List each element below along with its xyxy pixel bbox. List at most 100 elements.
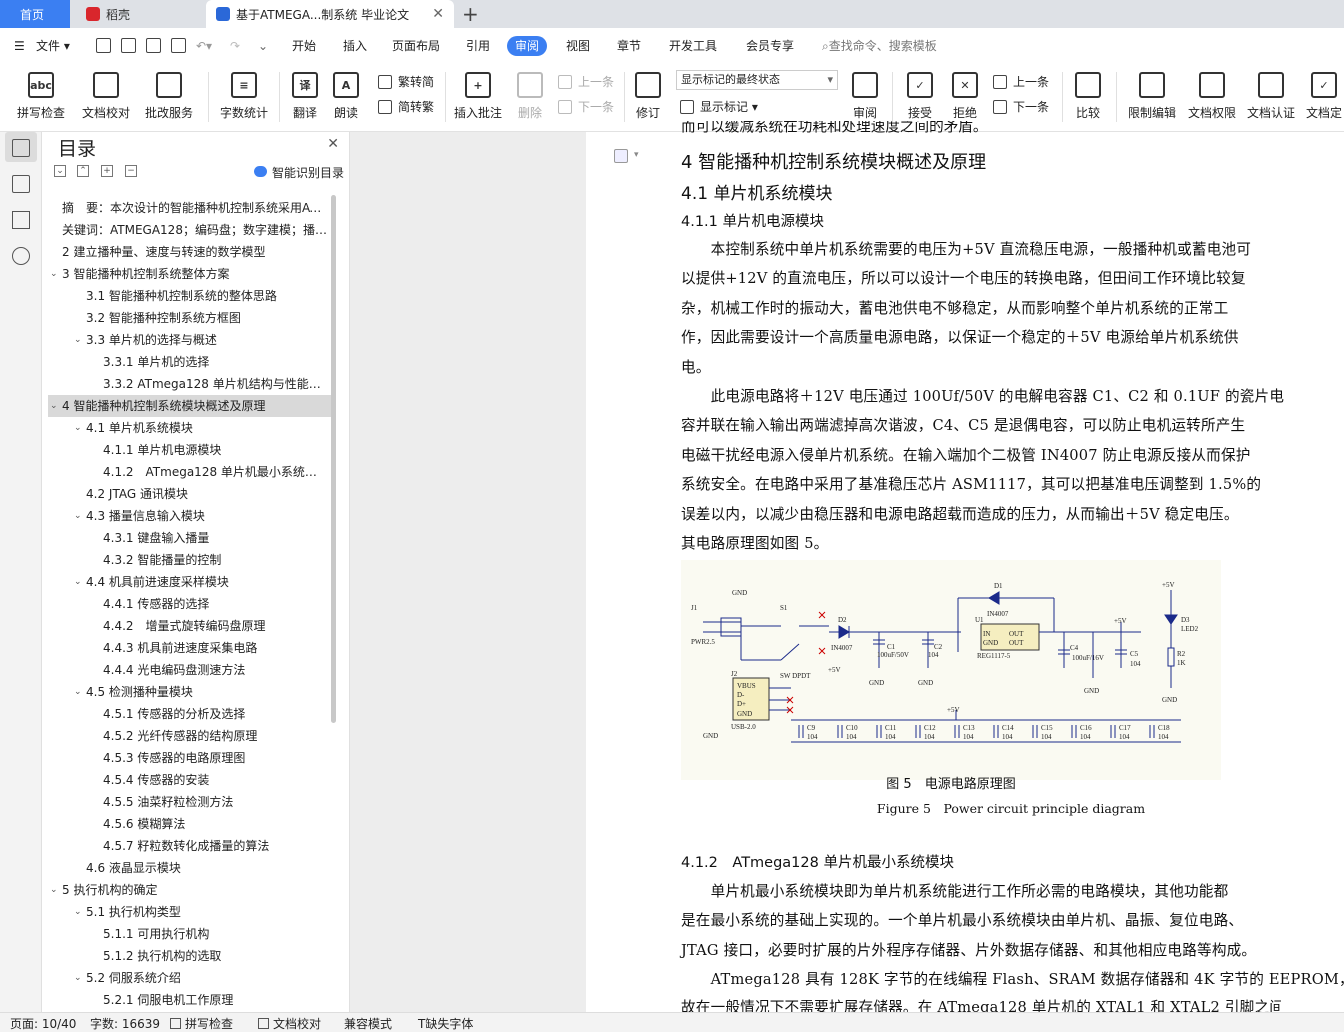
toc-item[interactable]: 4.1.1 单片机电源模块 xyxy=(48,439,332,461)
menu-chapter[interactable]: 章节 xyxy=(617,28,641,64)
tab-home[interactable]: 首页 xyxy=(0,0,70,28)
s2t-button[interactable]: 简转繁 xyxy=(378,97,434,117)
translate-button[interactable]: 译翻译 xyxy=(284,68,326,124)
hamburger-icon[interactable]: ☰ xyxy=(14,28,25,64)
track-changes-button[interactable]: 修订 xyxy=(628,68,668,124)
add-heading-icon[interactable]: + xyxy=(101,165,113,177)
close-icon[interactable]: ✕ xyxy=(327,136,339,152)
read-aloud-button[interactable]: A 朗读 xyxy=(328,68,364,124)
toc-item[interactable]: 3.2 智能播种控制系统方框图 xyxy=(48,307,332,329)
collapse-all-icon[interactable]: ⌄ xyxy=(54,165,66,177)
menu-references[interactable]: 引用 xyxy=(466,28,490,64)
close-tab-icon[interactable]: ✕ xyxy=(432,6,444,22)
smart-toc-button[interactable]: 智能识别目录 xyxy=(254,164,344,181)
toc-item[interactable]: 5.1.2 执行机构的选取 xyxy=(48,945,332,967)
compare-button[interactable]: 比较 xyxy=(1068,68,1108,124)
prev-change-button[interactable]: 上一条 xyxy=(993,72,1049,92)
toc-item[interactable]: 5.2.1 伺服电机工作原理 xyxy=(48,989,332,1011)
markup-mode-select[interactable]: 显示标记的最终状态 xyxy=(676,70,838,90)
show-markup-button[interactable]: 显示标记 ▾ xyxy=(680,97,758,117)
toc-item[interactable]: 4.6 液晶显示模块 xyxy=(48,857,332,879)
menu-view[interactable]: 视图 xyxy=(566,28,590,64)
search-icon[interactable] xyxy=(12,247,30,265)
new-tab-button[interactable]: + xyxy=(462,2,479,26)
doc-permission-button[interactable]: 文档权限 xyxy=(1184,68,1240,124)
menu-page-layout[interactable]: 页面布局 xyxy=(392,28,440,64)
toc-item[interactable]: 3.3.1 单片机的选择 xyxy=(48,351,332,373)
save-icon[interactable] xyxy=(96,38,111,53)
page-count[interactable]: 页面: 10/40 xyxy=(10,1015,76,1032)
chevron-down-icon[interactable]: ⌄ xyxy=(74,681,82,703)
toc-item[interactable]: 4.3.2 智能播量的控制 xyxy=(48,549,332,571)
toc-item[interactable]: ⌄ 5.1 执行机构类型 xyxy=(48,901,332,923)
toc-item[interactable]: ⌄ 5.2 伺服系统介绍 xyxy=(48,967,332,989)
toc-item[interactable]: 4.5.6 模糊算法 xyxy=(48,813,332,835)
accept-button[interactable]: ✓ 接受 xyxy=(900,68,940,124)
toc-item[interactable]: 4.2 JTAG 通讯模块 xyxy=(48,483,332,505)
toc-scrollbar[interactable] xyxy=(331,195,336,723)
word-count-button[interactable]: ≡ 字数统计 xyxy=(216,68,272,124)
status-spell-check[interactable]: 拼写检查 xyxy=(170,1015,233,1032)
menu-start[interactable]: 开始 xyxy=(292,28,316,64)
paragraph-marker-icon[interactable] xyxy=(614,149,628,163)
toc-item[interactable]: ⌄ 3.3 单片机的选择与概述 xyxy=(48,329,332,351)
toc-item[interactable]: 4.5.4 传感器的安装 xyxy=(48,769,332,791)
chevron-down-icon[interactable]: ⌄ xyxy=(74,901,82,923)
chevron-down-icon[interactable]: ⌄ xyxy=(50,879,58,901)
word-count[interactable]: 字数: 16639 xyxy=(90,1015,160,1032)
review-pane-button[interactable]: 审阅 xyxy=(845,68,885,124)
toc-item[interactable]: 4.5.5 油菜籽粒检测方法 xyxy=(48,791,332,813)
t2s-button[interactable]: 繁转简 xyxy=(378,72,434,92)
export-pdf-icon[interactable] xyxy=(121,38,136,53)
remove-heading-icon[interactable]: − xyxy=(125,165,137,177)
bookmark-icon[interactable] xyxy=(12,211,30,229)
doc-certify-button[interactable]: 文档认证 xyxy=(1243,68,1299,124)
delete-comment-button[interactable]: 删除 xyxy=(510,68,550,124)
menu-insert[interactable]: 插入 xyxy=(343,28,367,64)
chevron-down-icon[interactable]: ⌄ xyxy=(50,395,58,417)
doc-check-button[interactable]: 文档校对 xyxy=(78,68,134,124)
spell-check-button[interactable]: abc 拼写检查 xyxy=(10,68,72,124)
next-comment-button[interactable]: 下一条 xyxy=(558,97,614,117)
chevron-down-icon[interactable]: ⌄ xyxy=(74,571,82,593)
toc-item[interactable]: ⌄ 4.3 播量信息输入模块 xyxy=(48,505,332,527)
menu-developer[interactable]: 开发工具 xyxy=(669,28,717,64)
toc-item[interactable]: 4.1.2 ATmega128 单片机最小系统模块 xyxy=(48,461,332,483)
toc-item[interactable]: ⌄ 4.4 机具前进速度采样模块 xyxy=(48,571,332,593)
quick-access-more-icon[interactable]: ⌄ xyxy=(258,28,268,64)
toc-panel-icon[interactable] xyxy=(12,139,30,157)
toc-item[interactable]: 关键词：ATMEGA128；编码盘；数字建模；播种速度 xyxy=(48,219,332,241)
menu-file[interactable]: 文件 ▾ xyxy=(36,28,70,64)
doc-finalize-button[interactable]: ✓ 文档定 xyxy=(1304,68,1344,124)
toc-item[interactable]: 4.5.3 传感器的电路原理图 xyxy=(48,747,332,769)
toc-item[interactable]: 4.5.7 籽粒数转化成播量的算法 xyxy=(48,835,332,857)
chevron-down-icon[interactable]: ⌄ xyxy=(74,505,82,527)
toc-item[interactable]: 4.4.2 增量式旋转编码盘原理 xyxy=(48,615,332,637)
prev-comment-button[interactable]: 上一条 xyxy=(558,72,614,92)
status-missing-font[interactable]: T缺失字体 xyxy=(418,1015,473,1032)
toc-item[interactable]: 5.1.1 可用执行机构 xyxy=(48,923,332,945)
tab-document[interactable]: 基于ATMEGA...制系统 毕业论文 ✕ xyxy=(206,0,454,28)
status-doc-check[interactable]: 文档校对 xyxy=(258,1015,321,1032)
chevron-down-icon[interactable]: ⌄ xyxy=(74,967,82,989)
restrict-edit-button[interactable]: 限制编辑 xyxy=(1124,68,1180,124)
toc-item[interactable]: 4.4.3 机具前进速度采集电路 xyxy=(48,637,332,659)
chevron-down-icon[interactable]: ⌄ xyxy=(50,263,58,285)
reject-button[interactable]: ✕ 拒绝 xyxy=(945,68,985,124)
toc-item[interactable]: ⌄ 3 智能播种机控制系统整体方案 xyxy=(48,263,332,285)
toc-item[interactable]: 摘 要：本次设计的智能播种机控制系统采用ATmega128单片机 xyxy=(48,197,332,219)
toc-item[interactable]: 3.3.2 ATmega128 单片机结构与性能概述 xyxy=(48,373,332,395)
toc-item[interactable]: ⌄ 5 执行机构的确定 xyxy=(48,879,332,901)
chevron-down-icon[interactable]: ▾ xyxy=(634,150,639,160)
redo-icon[interactable]: ↷ xyxy=(230,28,240,64)
chapter-nav-icon[interactable] xyxy=(12,175,30,193)
toc-item[interactable]: 4.5.2 光纤传感器的结构原理 xyxy=(48,725,332,747)
command-search[interactable]: ⌕查找命令、搜索模板 xyxy=(822,28,937,64)
insert-comment-button[interactable]: + 插入批注 xyxy=(452,68,504,124)
print-icon[interactable] xyxy=(146,38,161,53)
toc-item[interactable]: 4.4.4 光电编码盘测速方法 xyxy=(48,659,332,681)
print-preview-icon[interactable] xyxy=(171,38,186,53)
undo-icon[interactable]: ↶▾ xyxy=(196,28,212,64)
chevron-down-icon[interactable]: ⌄ xyxy=(74,329,82,351)
batch-service-button[interactable]: 批改服务 xyxy=(138,68,200,124)
